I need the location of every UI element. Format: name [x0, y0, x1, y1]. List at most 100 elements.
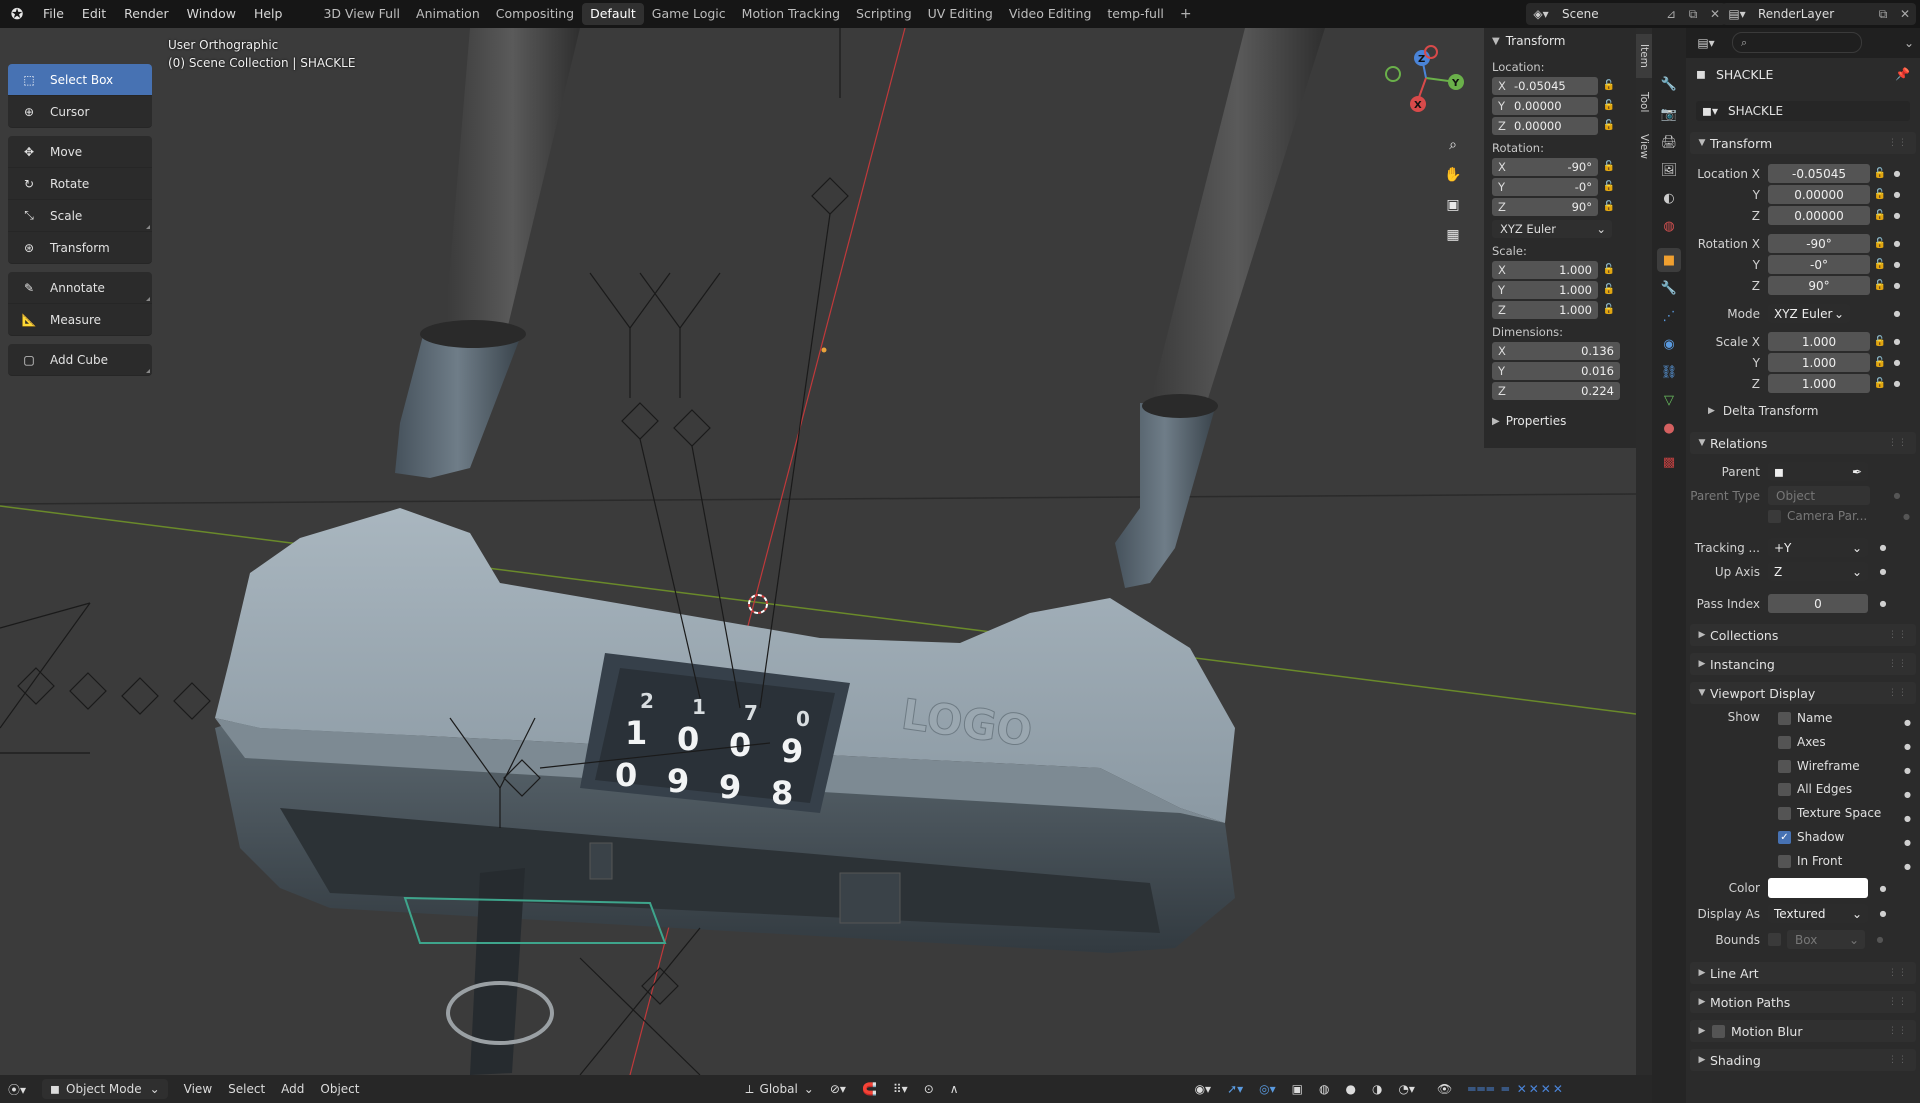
menu-help[interactable]: Help [245, 0, 292, 28]
lock-icon[interactable]: 🔓 [1870, 210, 1890, 221]
scale-x-field[interactable]: 1.000 [1768, 332, 1870, 351]
material-icon[interactable]: ● [1657, 416, 1681, 440]
render-icon[interactable]: 📷 [1657, 102, 1681, 126]
tool-select-box[interactable]: ⬚ Select Box [8, 64, 152, 96]
lock-icon[interactable]: 🔓 [1598, 120, 1620, 131]
transform-section-header[interactable]: ▼ Transform ⋮⋮ [1690, 132, 1916, 154]
pan-hand-icon[interactable]: ✋ [1440, 162, 1466, 188]
lock-icon[interactable]: 🔓 [1598, 161, 1620, 172]
motion-blur-checkbox[interactable] [1712, 1024, 1725, 1038]
color-swatch[interactable] [1768, 878, 1868, 898]
parent-field[interactable]: ◼ ✒ [1768, 462, 1868, 481]
physics-icon[interactable]: ◉ [1657, 332, 1681, 356]
xray-icon[interactable]: ▣ [1284, 1082, 1311, 1096]
rotation-y-field[interactable]: Y -0° [1492, 177, 1598, 196]
keyframe-dot-icon[interactable]: ● [1890, 211, 1904, 220]
show-wireframe-checkbox[interactable]: Wireframe [1778, 759, 1860, 773]
tab-3d-view-full[interactable]: 3D View Full [315, 3, 408, 25]
dimensions-y-field[interactable]: Y 0.016 [1492, 361, 1620, 380]
zoom-icon[interactable]: ⌕ [1440, 132, 1466, 158]
scene-icon[interactable]: ◐ [1657, 186, 1681, 210]
editor-type-icon[interactable]: ▤▾ [1686, 36, 1726, 50]
menu-render[interactable]: Render [115, 0, 178, 28]
menu-add[interactable]: Add [273, 1082, 312, 1096]
overlays-icon[interactable]: ◎▾ [1251, 1082, 1284, 1096]
keyframe-dot-icon[interactable]: ● [1890, 190, 1904, 199]
line-art-section-header[interactable]: ▶ Line Art ⋮⋮ [1690, 962, 1916, 984]
scale-z-field[interactable]: Z 1.000 [1492, 300, 1598, 319]
lock-icon[interactable]: 🔓 [1870, 336, 1890, 347]
tab-scripting[interactable]: Scripting [848, 3, 920, 25]
collections-section-header[interactable]: ▶ Collections ⋮⋮ [1690, 624, 1916, 646]
lock-icon[interactable]: 🔓 [1870, 238, 1890, 249]
scale-y-field[interactable]: Y 1.000 [1492, 280, 1598, 299]
texture-icon[interactable]: ▩ [1657, 450, 1681, 474]
show-in-front-checkbox[interactable]: In Front [1778, 854, 1842, 868]
visibility-filter-icons[interactable]: ═══ ═ ✕✕✕✕ [1460, 1082, 1573, 1096]
tab-video-editing[interactable]: Video Editing [1001, 3, 1100, 25]
camera-icon[interactable]: ▣ [1440, 192, 1466, 218]
delta-transform-subpanel[interactable]: ▶ Delta Transform [1686, 404, 1920, 418]
keyframe-dot-icon[interactable]: ● [1890, 358, 1904, 367]
rotation-mode-select[interactable]: XYZ Euler ⌄ [1492, 219, 1612, 238]
keyframe-dot-icon[interactable]: ● [1890, 379, 1904, 388]
constraints-icon[interactable]: ⛓ [1657, 360, 1681, 384]
keyframe-dot-icon[interactable]: ● [1876, 567, 1890, 576]
particles-icon[interactable]: ⋰ [1657, 304, 1681, 328]
shading-section-header[interactable]: ▶ Shading ⋮⋮ [1690, 1049, 1916, 1071]
mode-select[interactable]: ◼ Object Mode ⌄ [42, 1079, 168, 1099]
rotation-z-field[interactable]: 90° [1768, 276, 1870, 295]
lock-icon[interactable]: 🔓 [1598, 201, 1620, 212]
grid-view-icon[interactable]: ▦ [1440, 222, 1466, 248]
keyframe-dot-icon[interactable]: ● [1890, 169, 1904, 178]
menu-window[interactable]: Window [178, 0, 245, 28]
keyframe-dot-icon[interactable]: ● [1876, 599, 1890, 608]
motion-blur-section-header[interactable]: ▶ Motion Blur ⋮⋮ [1690, 1020, 1916, 1042]
lock-icon[interactable]: 🔓 [1870, 189, 1890, 200]
selectability-icon[interactable]: ◉▾ [1187, 1082, 1220, 1096]
tool-cursor[interactable]: ⊕ Cursor [8, 96, 152, 128]
show-all-edges-checkbox[interactable]: All Edges [1778, 782, 1852, 796]
transform-orientation-select[interactable]: ⟂ Global ⌄ [738, 1082, 822, 1097]
lock-icon[interactable]: 🔓 [1870, 168, 1890, 179]
add-workspace-button[interactable]: + [1172, 6, 1200, 22]
lock-icon[interactable]: 🔓 [1870, 378, 1890, 389]
bounds-checkbox[interactable] [1768, 933, 1781, 946]
motion-paths-section-header[interactable]: ▶ Motion Paths ⋮⋮ [1690, 991, 1916, 1013]
tab-uv-editing[interactable]: UV Editing [920, 3, 1001, 25]
up-axis-select[interactable]: Z ⌄ [1768, 562, 1868, 581]
keyframe-dot-icon[interactable]: ● [1890, 309, 1904, 318]
transform-panel-header[interactable]: ▼ Transform [1484, 28, 1636, 54]
tab-tool[interactable]: Tool [1636, 82, 1652, 122]
tool-annotate[interactable]: ✎ Annotate [8, 272, 152, 304]
keyframe-dot-icon[interactable]: ● [1876, 543, 1890, 552]
snap-target-icon[interactable]: ⠿▾ [885, 1082, 916, 1096]
tab-view[interactable]: View [1636, 126, 1652, 166]
tab-animation[interactable]: Animation [408, 3, 488, 25]
tool-add-cube[interactable]: ▢ Add Cube [8, 344, 152, 376]
keyframe-dot-icon[interactable]: ● [1890, 337, 1904, 346]
scale-y-field[interactable]: 1.000 [1768, 353, 1870, 372]
tool-scale[interactable]: ⤡ Scale [8, 200, 152, 232]
keyframe-dot-icon[interactable]: ● [1876, 909, 1890, 918]
rotation-x-field[interactable]: X -90° [1492, 157, 1598, 176]
tracking-axis-select[interactable]: +Y ⌄ [1768, 538, 1868, 557]
location-x-field[interactable]: -0.05045 [1768, 164, 1870, 183]
location-y-field[interactable]: 0.00000 [1768, 185, 1870, 204]
editor-type-button[interactable]: ⦿▾ [0, 1081, 34, 1098]
instancing-section-header[interactable]: ▶ Instancing ⋮⋮ [1690, 653, 1916, 675]
lock-icon[interactable]: 🔓 [1598, 304, 1620, 315]
dimensions-x-field[interactable]: X 0.136 [1492, 341, 1620, 360]
close-icon[interactable]: ✕ [1894, 7, 1916, 21]
object-icon[interactable]: ■ [1657, 248, 1681, 272]
show-texture-space-checkbox[interactable]: Texture Space [1778, 806, 1881, 820]
location-y-field[interactable]: Y 0.00000 [1492, 96, 1598, 115]
view-layer-selector[interactable]: ▤▾ RenderLayer ⧉ ✕ [1722, 3, 1916, 25]
lock-icon[interactable]: 🔓 [1870, 357, 1890, 368]
lock-icon[interactable]: 🔓 [1598, 100, 1620, 111]
rotation-x-field[interactable]: -90° [1768, 234, 1870, 253]
shading-material-icon[interactable]: ◑ [1364, 1082, 1390, 1096]
tab-default[interactable]: Default [582, 3, 644, 25]
dimensions-z-field[interactable]: Z 0.224 [1492, 381, 1620, 400]
show-shadow-checkbox[interactable]: ✓ Shadow [1778, 830, 1844, 844]
